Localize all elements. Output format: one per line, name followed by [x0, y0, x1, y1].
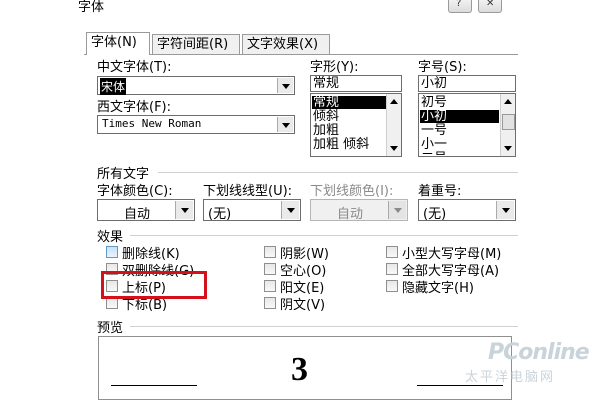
size-label: 字号(S):	[418, 60, 467, 75]
style-listbox[interactable]: 常规 倾斜 加粗 加粗 倾斜	[310, 93, 402, 157]
close-icon: ✕	[486, 0, 495, 9]
hidden-text-label: 隐藏文字(H)	[402, 281, 474, 296]
preview-box: 3	[98, 336, 512, 400]
preview-sample-text: 3	[291, 351, 308, 388]
chevron-down-icon[interactable]	[277, 78, 293, 93]
list-item[interactable]: 加粗 倾斜	[313, 138, 369, 151]
emphasis-value: (无)	[423, 207, 447, 222]
chevron-down-icon	[388, 201, 406, 219]
list-item[interactable]: 小一	[421, 138, 447, 151]
divider	[130, 235, 518, 236]
divider	[158, 172, 518, 173]
help-button[interactable]: ?	[448, 0, 472, 13]
engrave-checkbox[interactable]	[264, 297, 276, 309]
font-color-label: 字体颜色(C):	[97, 184, 173, 199]
font-dialog: 字体 ? ✕ 字体(N) 字符间距(R) 文字效果(X) 中文字体(T): 宋体…	[0, 0, 600, 400]
hidden-text-checkbox[interactable]	[386, 280, 398, 292]
emphasis-combo[interactable]: (无)	[418, 199, 516, 222]
outline-checkbox[interactable]	[264, 263, 276, 275]
tab-text-effects[interactable]: 文字效果(X)	[242, 34, 330, 54]
west-font-label: 西文字体(F):	[97, 100, 172, 115]
chevron-down-icon[interactable]	[496, 201, 514, 219]
tab-character-spacing[interactable]: 字符间距(R)	[152, 34, 240, 54]
tab-font[interactable]: 字体(N)	[86, 32, 150, 55]
chevron-down-icon[interactable]	[175, 201, 193, 219]
preview-baseline-right	[417, 385, 503, 386]
list-item[interactable]: 小初	[420, 110, 499, 123]
size-scrollbar[interactable]	[500, 94, 515, 156]
superscript-highlight-box	[101, 271, 207, 299]
font-color-value: 自动	[123, 207, 150, 222]
help-icon: ?	[456, 0, 462, 9]
title-bar: 字体 ? ✕	[0, 0, 600, 22]
west-font-combo[interactable]: Times New Roman	[97, 115, 295, 134]
underline-style-combo[interactable]: (无)	[203, 199, 301, 222]
shadow-checkbox[interactable]	[264, 246, 276, 258]
preview-heading: 预览	[97, 321, 124, 336]
underline-color-label: 下划线颜色(I):	[310, 184, 394, 199]
list-item[interactable]: 倾斜	[313, 110, 339, 123]
engrave-label: 阴文(V)	[280, 298, 326, 313]
style-label: 字形(Y):	[310, 60, 359, 75]
cn-font-value: 宋体	[100, 78, 127, 95]
underline-color-value: 自动	[336, 207, 363, 222]
emphasis-label: 着重号:	[418, 184, 462, 199]
west-font-value: Times New Roman	[102, 117, 202, 130]
list-item[interactable]: 二号	[421, 152, 447, 156]
divider	[130, 326, 518, 327]
all-caps-checkbox[interactable]	[386, 263, 398, 275]
underline-color-combo: 自动	[310, 199, 408, 222]
list-item[interactable]: 初号	[421, 96, 447, 109]
strikethrough-checkbox[interactable]	[106, 246, 118, 258]
underline-style-value: (无)	[208, 207, 232, 222]
size-input[interactable]: 小初	[418, 75, 516, 92]
list-item[interactable]: 一号	[421, 124, 447, 137]
dialog-title: 字体	[78, 0, 105, 15]
style-scrollbar[interactable]	[386, 94, 401, 156]
scroll-thumb[interactable]	[502, 114, 515, 130]
effects-heading: 效果	[97, 230, 124, 245]
close-button[interactable]: ✕	[478, 0, 502, 13]
font-color-combo[interactable]: 自动	[97, 199, 195, 222]
style-input[interactable]: 常规	[310, 75, 402, 92]
size-listbox[interactable]: 初号 小初 一号 小一 二号	[418, 93, 516, 157]
watermark-subtitle: 太平洋电脑网	[465, 370, 556, 385]
cn-font-combo[interactable]: 宋体	[97, 76, 295, 95]
underline-style-label: 下划线线型(U):	[203, 184, 293, 199]
small-caps-checkbox[interactable]	[386, 246, 398, 258]
preview-baseline-left	[111, 385, 197, 386]
list-item[interactable]: 加粗	[313, 124, 339, 137]
cn-font-label: 中文字体(T):	[97, 60, 172, 75]
emboss-checkbox[interactable]	[264, 280, 276, 292]
watermark-logo: PConline	[488, 340, 590, 365]
chevron-down-icon[interactable]	[281, 201, 299, 219]
chevron-down-icon[interactable]	[277, 117, 293, 132]
